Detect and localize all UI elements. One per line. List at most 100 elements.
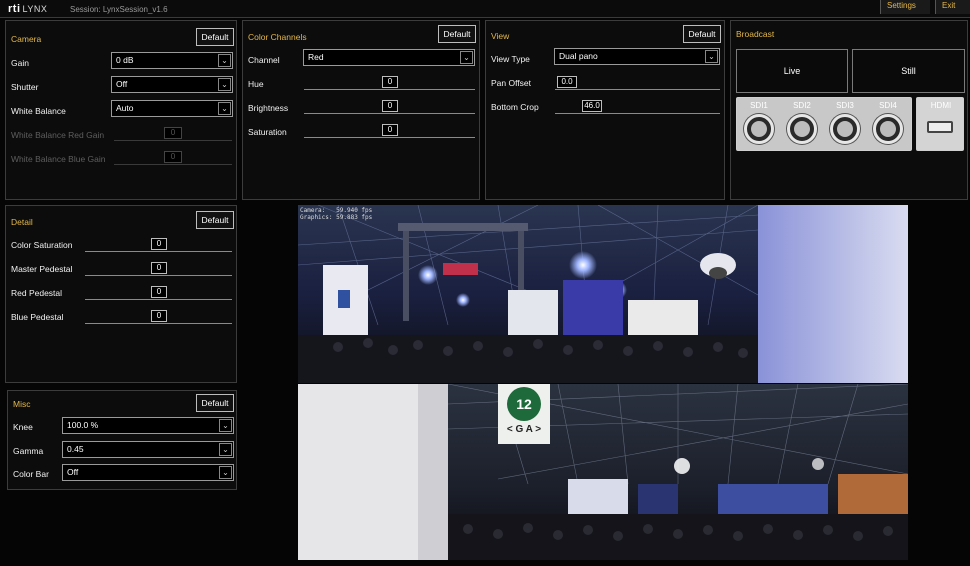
gamma-select[interactable]: 0.45 ⌄ [62, 441, 234, 458]
channel-select[interactable]: Red ⌄ [303, 49, 475, 66]
shutter-label: Shutter [11, 82, 39, 92]
knee-select[interactable]: 100.0 % ⌄ [62, 417, 234, 434]
wb-blue-gain-label: White Balance Blue Gain [11, 154, 106, 164]
exit-button[interactable]: Exit [935, 0, 970, 14]
sdi2-output-icon[interactable] [787, 114, 817, 144]
saturation-value[interactable]: 0 [382, 124, 398, 136]
brightness-value[interactable]: 0 [382, 100, 398, 112]
white-balance-value: Auto [116, 103, 134, 113]
camera-default-button[interactable]: Default [196, 28, 234, 46]
camera-panel: Camera Default Gain 0 dB ⌄ Shutter Off ⌄… [5, 20, 237, 200]
still-button[interactable]: Still [852, 49, 965, 93]
brightness-label: Brightness [248, 103, 289, 113]
color-saturation-slider[interactable] [85, 251, 232, 252]
gamma-label: Gamma [13, 446, 44, 456]
shutter-select[interactable]: Off ⌄ [111, 76, 233, 93]
hdmi-label: HDMI [930, 101, 952, 110]
sdi3-label: SDI3 [836, 101, 854, 110]
session-name: Session: LynxSession_v1.6 [70, 5, 168, 14]
logo-brand: rti [8, 3, 21, 15]
camera-fps-label: Camera: [300, 207, 326, 214]
gain-value: 0 dB [116, 55, 134, 65]
red-pedestal-slider[interactable] [85, 299, 232, 300]
view-title: View [491, 31, 510, 41]
channel-value: Red [308, 52, 324, 62]
hue-label: Hue [248, 79, 264, 89]
brightness-slider[interactable] [304, 113, 475, 114]
hue-slider[interactable] [304, 89, 475, 90]
knee-label: Knee [13, 422, 33, 432]
misc-title: Misc [13, 399, 31, 409]
top-panorama-image [298, 205, 908, 383]
master-pedestal-label: Master Pedestal [11, 264, 73, 274]
graphics-fps-value: 59.883 fps [336, 214, 373, 221]
sdi1-output-icon[interactable] [744, 114, 774, 144]
sdi4-output-icon[interactable] [873, 114, 903, 144]
gain-select[interactable]: 0 dB ⌄ [111, 52, 233, 69]
pan-offset-slider[interactable] [555, 89, 720, 90]
detail-panel: Detail Default Color Saturation 0 Master… [5, 205, 237, 383]
preview-bottom-panorama: 12 < G A > [298, 384, 908, 560]
color-bar-value: Off [67, 467, 79, 477]
misc-panel: Misc Default Knee 100.0 % ⌄ Gamma 0.45 ⌄… [7, 390, 237, 490]
chevron-down-icon: ⌄ [218, 102, 231, 115]
bottom-panorama-image [298, 384, 908, 560]
saturation-label: Saturation [248, 127, 287, 137]
view-panel: View Default View Type Dual pano ⌄ Pan O… [485, 20, 725, 200]
live-button[interactable]: Live [736, 49, 848, 93]
blue-pedestal-value[interactable]: 0 [151, 310, 167, 322]
settings-button[interactable]: Settings [880, 0, 930, 14]
preview-top-panorama: Camera: 59.940 fps Graphics: 59.883 fps [298, 205, 908, 383]
detail-default-button[interactable]: Default [196, 211, 234, 229]
logo-product: LYNX [22, 4, 48, 14]
bottom-crop-label: Bottom Crop [491, 102, 539, 112]
master-pedestal-slider[interactable] [85, 275, 232, 276]
bottom-crop-value[interactable]: 46.0 [582, 100, 602, 112]
gamma-value: 0.45 [67, 444, 84, 454]
color-saturation-label: Color Saturation [11, 240, 73, 250]
blue-pedestal-slider[interactable] [85, 323, 232, 324]
knee-value: 100.0 % [67, 420, 99, 430]
color-saturation-value[interactable]: 0 [151, 238, 167, 250]
saturation-slider[interactable] [304, 137, 475, 138]
misc-default-button[interactable]: Default [196, 394, 234, 412]
sdi-output-group: SDI1 SDI2 SDI3 SDI4 [736, 97, 912, 151]
chevron-down-icon: ⌄ [218, 78, 231, 91]
white-balance-label: White Balance [11, 106, 66, 116]
camera-fps-value: 59.940 fps [336, 207, 373, 214]
chevron-down-icon: ⌄ [219, 443, 232, 456]
color-bar-label: Color Bar [13, 469, 49, 479]
color-bar-select[interactable]: Off ⌄ [62, 464, 234, 481]
sdi3-output-icon[interactable] [830, 114, 860, 144]
channel-label: Channel [248, 55, 280, 65]
chevron-down-icon: ⌄ [460, 51, 473, 64]
sdi2-label: SDI2 [793, 101, 811, 110]
color-channels-title: Color Channels [248, 32, 307, 42]
red-pedestal-label: Red Pedestal [11, 288, 63, 298]
color-channels-default-button[interactable]: Default [438, 25, 476, 43]
hdmi-port-icon [927, 121, 953, 133]
bottom-crop-slider[interactable] [555, 113, 720, 114]
wb-red-gain-label: White Balance Red Gain [11, 130, 105, 140]
pan-offset-value[interactable]: 0.0 [557, 76, 577, 88]
wb-red-gain-slider [114, 140, 232, 141]
blue-pedestal-label: Blue Pedestal [11, 312, 64, 322]
view-type-select[interactable]: Dual pano ⌄ [554, 48, 720, 65]
view-type-label: View Type [491, 54, 530, 64]
view-default-button[interactable]: Default [683, 25, 721, 43]
red-pedestal-value[interactable]: 0 [151, 286, 167, 298]
detail-title: Detail [11, 217, 33, 227]
broadcast-title: Broadcast [736, 29, 775, 39]
fps-overlay: Camera: 59.940 fps Graphics: 59.883 fps [300, 207, 372, 221]
chevron-down-icon: ⌄ [219, 419, 232, 432]
hue-value[interactable]: 0 [382, 76, 398, 88]
wb-blue-gain-value: 0 [164, 151, 182, 163]
broadcast-panel: Broadcast Live Still SDI1 SDI2 SDI3 SDI4… [730, 20, 968, 200]
graphics-fps-label: Graphics: [300, 214, 333, 221]
hdmi-output-button[interactable]: HDMI [916, 97, 964, 151]
sdi1-label: SDI1 [750, 101, 768, 110]
wb-red-gain-value: 0 [164, 127, 182, 139]
white-balance-select[interactable]: Auto ⌄ [111, 100, 233, 117]
master-pedestal-value[interactable]: 0 [151, 262, 167, 274]
top-bar: rti LYNX Session: LynxSession_v1.6 Settin… [0, 0, 970, 18]
